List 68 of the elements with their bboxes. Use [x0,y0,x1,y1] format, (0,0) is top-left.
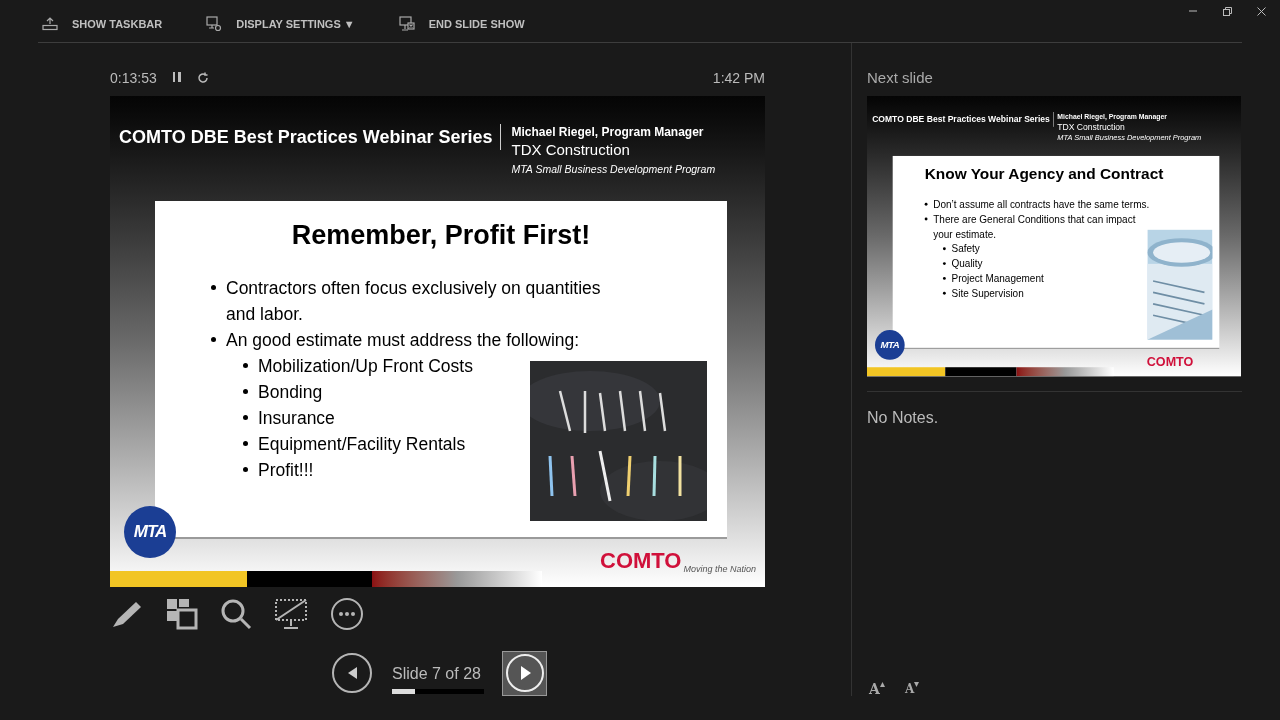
taskbar-icon [42,17,58,31]
monitor-gear-icon [206,16,223,32]
close-icon [1256,6,1266,16]
next-slide-button[interactable] [502,650,547,696]
bullet-icon [243,363,248,368]
slides-grid-icon[interactable] [166,598,198,630]
bullet-text: Insurance [258,407,335,430]
slide-counter: Slide 7 of 28 [392,664,482,684]
bullet-text: An good estimate must address the following: [226,329,581,352]
company-name: TDX Construction [1057,121,1126,133]
bullet-icon [243,467,248,472]
toolbar-button[interactable]: SHOW TASKBAR [42,15,163,33]
bullet-text: Contractors often focus exclusively on quantities and labor. [226,277,602,326]
clock-time: 1:42 PM [712,68,765,88]
next-slide-label: Next slide [867,68,934,88]
left-triangle-icon [346,666,358,680]
reset-timer-button[interactable] [196,72,209,84]
monitor-close-icon [398,16,415,32]
comto-logo: COMTO [600,548,682,574]
bullet-text: There are General Conditions that can impact your estimate. [933,212,1137,242]
bullet-icon [942,291,946,295]
bullet-text: Profit!!! [258,459,314,482]
bullet-text: Mobilization/Up Front Costs [258,355,473,378]
comto-logo: COMTO [1146,354,1194,369]
bullet-text: Site Supervision [951,286,1024,301]
previous-slide-button[interactable] [332,653,372,693]
bullet-icon [243,415,248,420]
bullet-text: Bonding [258,381,323,404]
elapsed-time: 0:13:53 [110,68,157,88]
pen-icon[interactable] [110,599,144,629]
bullet-text: Project Management [951,272,1044,287]
bullet-icon [942,277,946,280]
increase-font-button[interactable]: A [869,682,885,696]
slide-title: Remember, Profit First! [291,219,591,252]
bullet-text: Safety [951,242,980,257]
bullet-icon [243,389,248,394]
bullet-text: Quality [951,257,983,272]
mta-logo: MTA [124,506,176,558]
up-triangle-icon [879,682,885,687]
decrease-font-button[interactable]: A [904,682,920,696]
toolbar-button[interactable]: END SLIDE SHOW [398,15,525,33]
bullet-icon [942,262,946,265]
play-circle-icon [504,653,545,693]
bullet-icon [924,217,928,221]
bullet-icon [924,202,928,206]
bullet-icon [942,247,946,251]
down-triangle-icon [914,682,920,687]
series-title: COMTO DBE Best Practices Webinar Series [872,112,1054,127]
bullet-icon [243,441,248,446]
mta-logo: MTA [875,330,905,360]
presenter-name: Michael Riegel, Program Manager [511,124,705,140]
more-options-icon[interactable] [330,597,364,631]
series-title: COMTO DBE Best Practices Webinar Series [119,124,502,150]
bullet-text: Don’t assume all contracts have the same terms. [933,197,1151,212]
restore-icon [1222,6,1232,16]
notes-text: No Notes. [867,408,940,428]
slide-title: Know Your Agency and Contract [924,164,1164,185]
toolbar-button[interactable]: DISPLAY SETTINGS ▼ [206,15,355,33]
search-icon[interactable] [220,598,252,630]
logo-tagline: Moving the Nation [683,564,757,574]
program-name: MTA Small Business Development Program [511,162,716,177]
minimize-icon [1189,10,1197,12]
bullet-icon [211,337,216,342]
company-name: TDX Construction [511,140,631,160]
pause-button[interactable] [170,72,183,84]
monitor-icon[interactable] [274,598,308,630]
bullet-text: Equipment/Facility Rentals [258,433,466,456]
bullet-icon [211,285,216,290]
